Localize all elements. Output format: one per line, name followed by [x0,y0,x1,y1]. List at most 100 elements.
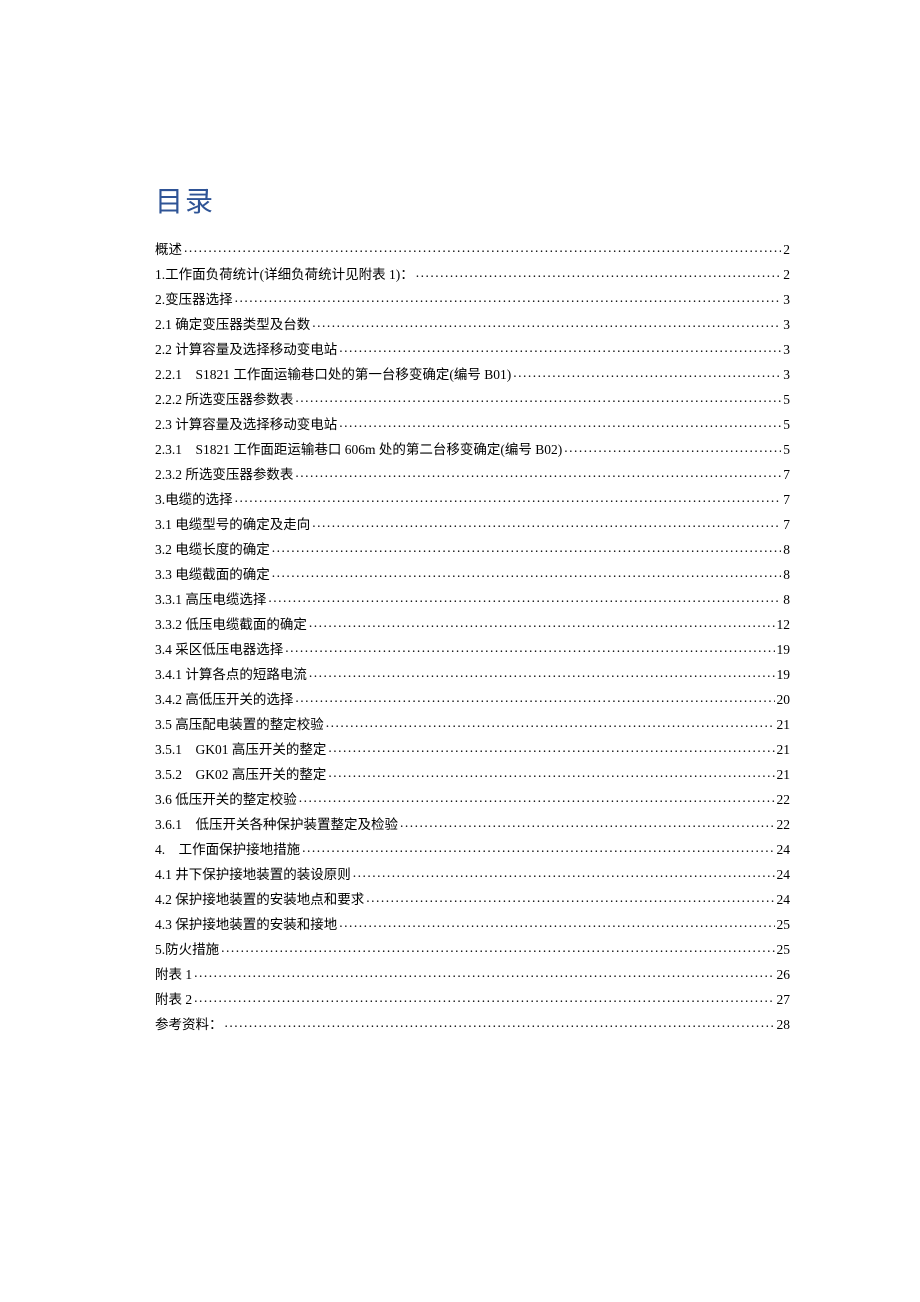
toc-item[interactable]: 3.3 电缆截面的确定 8 [155,567,790,582]
toc-label: 3.5.1 GK01 高压开关的整定 [155,743,326,757]
toc-dots [225,1017,775,1029]
toc-page: 25 [777,918,791,932]
toc-label: 2.变压器选择 [155,293,233,307]
toc-page: 2 [783,243,790,257]
toc-label: 2.2.2 所选变压器参数表 [155,393,293,407]
toc-item[interactable]: 3.3.2 低压电缆截面的确定12 [155,617,790,632]
toc-item[interactable]: 2.3 计算容量及选择移动变电站5 [155,417,790,432]
toc-label: 3.2 电缆长度的确定 [155,543,270,557]
toc-label: 4.1 井下保护接地装置的装设原则 [155,868,351,882]
toc-item[interactable]: 3.5.1 GK01 高压开关的整定 21 [155,742,790,757]
toc-label: 3.4.2 高低压开关的选择 [155,693,293,707]
toc-page: 21 [777,743,791,757]
toc-item[interactable]: 3.6.1 低压开关各种保护装置整定及检验 22 [155,817,790,832]
toc-item[interactable]: 4.3 保护接地装置的安装和接地 25 [155,917,790,932]
toc-dots [339,342,781,354]
toc-item[interactable]: 4. 工作面保护接地措施 24 [155,842,790,857]
toc-item[interactable]: 3.5.2 GK02 高压开关的整定21 [155,767,790,782]
toc-label: 3.6.1 低压开关各种保护装置整定及检验 [155,818,398,832]
toc-item[interactable]: 3.3.1 高压电缆选择8 [155,592,790,607]
toc-page: 27 [777,993,791,1007]
toc-item[interactable]: 5.防火措施25 [155,942,790,957]
toc-page: 3 [783,368,790,382]
toc-dots [326,717,775,729]
toc-item[interactable]: 2.2.2 所选变压器参数表 5 [155,392,790,407]
toc-label: 4.2 保护接地装置的安装地点和要求 [155,893,364,907]
toc-item[interactable]: 4.1 井下保护接地装置的装设原则24 [155,867,790,882]
toc-dots [235,492,782,504]
toc-label: 2.3.1 S1821 工作面距运输巷口 606m 处的第二台移变确定(编号 B… [155,443,562,457]
toc-dots [272,542,782,554]
toc-page: 24 [777,843,791,857]
toc-item[interactable]: 2.2.1 S1821 工作面运输巷口处的第一台移变确定(编号 B01) 3 [155,367,790,382]
toc-label: 参考资料： [155,1018,223,1032]
toc-page: 20 [777,693,791,707]
toc-item[interactable]: 2.3.2 所选变压器参数表7 [155,467,790,482]
toc-dots [295,392,781,404]
toc-dots [295,467,781,479]
toc-label: 1.工作面负荷统计(详细负荷统计见附表 1)： [155,268,414,282]
toc-item[interactable]: 2.变压器选择3 [155,292,790,307]
toc-label: 2.3 计算容量及选择移动变电站 [155,418,337,432]
toc-page: 8 [783,593,790,607]
toc-label: 3.5 高压配电装置的整定校验 [155,718,324,732]
toc-label: 附表 2 [155,993,192,1007]
toc-dots [312,317,781,329]
toc-dots [268,592,781,604]
toc-label: 3.4.1 计算各点的短路电流 [155,668,307,682]
toc-page: 3 [783,318,790,332]
toc-item[interactable]: 3.4 采区低压电器选择 19 [155,642,790,657]
toc-page: 21 [777,718,791,732]
toc-item[interactable]: 2.1 确定变压器类型及台数3 [155,317,790,332]
toc-dots [221,942,774,954]
toc-label: 2.2.1 S1821 工作面运输巷口处的第一台移变确定(编号 B01) [155,368,511,382]
toc-list: 概述2 1.工作面负荷统计(详细负荷统计见附表 1)：2 2.变压器选择3 2.… [155,242,790,1032]
toc-page: 28 [777,1018,791,1032]
toc-item[interactable]: 3.4.1 计算各点的短路电流19 [155,667,790,682]
toc-page: 8 [783,543,790,557]
toc-dots [309,617,775,629]
toc-label: 3.4 采区低压电器选择 [155,643,283,657]
toc-page: 19 [777,643,791,657]
toc-page: 5 [783,393,790,407]
toc-label: 2.3.2 所选变压器参数表 [155,468,293,482]
toc-page: 26 [777,968,791,982]
toc-item[interactable]: 3.1 电缆型号的确定及走向 7 [155,517,790,532]
toc-item[interactable]: 3.电缆的选择 7 [155,492,790,507]
toc-item[interactable]: 3.5 高压配电装置的整定校验 21 [155,717,790,732]
toc-dots [194,992,774,1004]
toc-dots [312,517,781,529]
toc-item[interactable]: 附表 2 27 [155,992,790,1007]
toc-dots [339,417,781,429]
toc-item[interactable]: 3.6 低压开关的整定校验 22 [155,792,790,807]
toc-page: 7 [783,518,790,532]
toc-item[interactable]: 3.4.2 高低压开关的选择 20 [155,692,790,707]
toc-label: 3.3 电缆截面的确定 [155,568,270,582]
toc-dots [194,967,774,979]
toc-label: 3.1 电缆型号的确定及走向 [155,518,310,532]
toc-page: 8 [783,568,790,582]
toc-label: 4. 工作面保护接地措施 [155,843,300,857]
toc-item[interactable]: 3.2 电缆长度的确定 8 [155,542,790,557]
toc-dots [299,792,775,804]
toc-page: 7 [783,493,790,507]
toc-page: 22 [777,818,791,832]
toc-label: 3.电缆的选择 [155,493,233,507]
toc-page: 3 [783,343,790,357]
toc-dots [416,267,782,279]
toc-item[interactable]: 附表 1 26 [155,967,790,982]
toc-dots [302,842,774,854]
toc-label: 4.3 保护接地装置的安装和接地 [155,918,337,932]
toc-dots [272,567,782,579]
toc-page: 21 [777,768,791,782]
toc-item[interactable]: 概述2 [155,242,790,257]
toc-page: 22 [777,793,791,807]
toc-item[interactable]: 1.工作面负荷统计(详细负荷统计见附表 1)：2 [155,267,790,282]
toc-dots [339,917,774,929]
toc-item[interactable]: 参考资料： 28 [155,1017,790,1032]
toc-item[interactable]: 2.2 计算容量及选择移动变电站3 [155,342,790,357]
toc-item[interactable]: 2.3.1 S1821 工作面距运输巷口 606m 处的第二台移变确定(编号 B… [155,442,790,457]
toc-label: 附表 1 [155,968,192,982]
toc-label: 3.6 低压开关的整定校验 [155,793,297,807]
toc-item[interactable]: 4.2 保护接地装置的安装地点和要求24 [155,892,790,907]
